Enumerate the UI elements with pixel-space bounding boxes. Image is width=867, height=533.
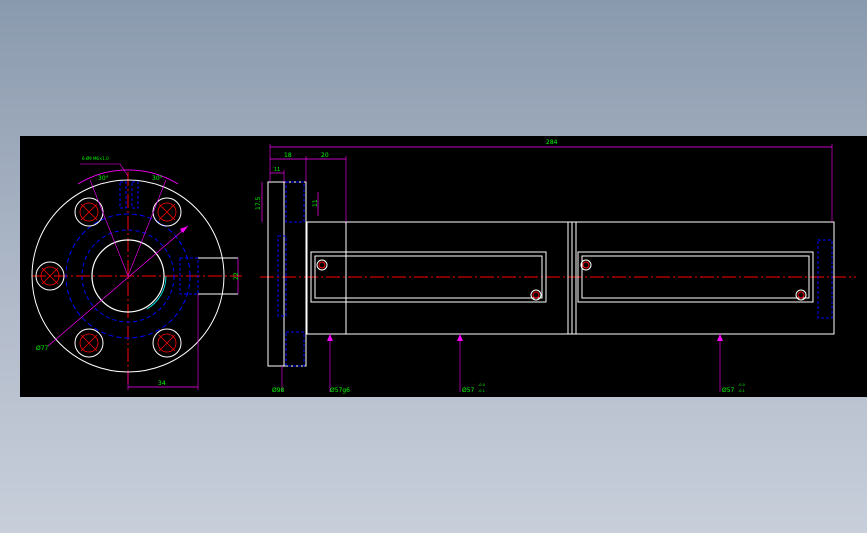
dia-57-a-tol-up: -0.0 <box>478 383 485 387</box>
dia-77-leader <box>47 225 189 347</box>
dia-57g6-arrow <box>327 334 333 341</box>
side-flange <box>267 181 307 367</box>
side-flange-hidden-mid <box>277 235 287 317</box>
dia-57-b-tol-dn: -0.1 <box>738 389 745 393</box>
drawing-svg: 30° 30° 6-Ø9 M6×1.0 Ø77 22 34 284 18 20 … <box>31 139 856 394</box>
angle-right-label: 30° <box>152 175 163 182</box>
dia-77-label: Ø77 <box>36 345 49 352</box>
dim-34-label: 34 <box>158 380 166 387</box>
side-view: 284 18 20 11 17.5 11 Ø98 Ø57g6 Ø57 -0.0 … <box>255 139 856 394</box>
dia-57-a-tol-dn: -0.1 <box>478 389 485 393</box>
front-view: 30° 30° 6-Ø9 M6×1.0 Ø77 22 34 <box>31 156 242 390</box>
slot-right-hole-a-inner <box>582 261 590 269</box>
cad-drawing-canvas[interactable]: 30° 30° 6-Ø9 M6×1.0 Ø77 22 34 284 18 20 … <box>20 136 867 397</box>
dia-57-a-label: Ø57 <box>462 387 475 394</box>
hidden-slot-right <box>131 181 139 209</box>
dim-17-5-label: 17.5 <box>255 196 262 210</box>
dim-11-side-label: 11 <box>312 199 319 207</box>
dia-57-b-label: Ø57 <box>722 387 735 394</box>
housing-left <box>306 221 573 335</box>
slot-right-hole-b-inner <box>797 291 805 299</box>
slot-left-hole-b-inner <box>532 291 540 299</box>
angle-left-label: 30° <box>98 175 109 182</box>
bolt-holes <box>35 197 182 358</box>
dim-18-label: 18 <box>284 152 292 159</box>
hole-note-label: 6-Ø9 M6×1.0 <box>82 156 109 161</box>
dim-11-top-label: 11 <box>274 167 280 173</box>
dim-284-label: 284 <box>546 139 558 146</box>
dia-98-label: Ø98 <box>272 387 285 394</box>
dia-57-b-tol-up: -0.0 <box>738 383 745 387</box>
housing-right <box>575 221 835 335</box>
housing-right-hidden-end <box>817 239 833 319</box>
side-flange-hidden-top <box>285 181 305 223</box>
dim-20-label: 20 <box>321 152 329 159</box>
dim-22-label: 22 <box>233 272 240 280</box>
dia-57-a-arrow <box>457 334 463 341</box>
dia-57-b-arrow <box>717 334 723 341</box>
angle-ray-left <box>89 179 129 277</box>
side-flange-hidden-bot <box>285 331 305 367</box>
hidden-slot-left <box>119 181 127 209</box>
dia-57g6-label: Ø57g6 <box>330 387 350 394</box>
slot-left-hole-a-inner <box>318 261 326 269</box>
